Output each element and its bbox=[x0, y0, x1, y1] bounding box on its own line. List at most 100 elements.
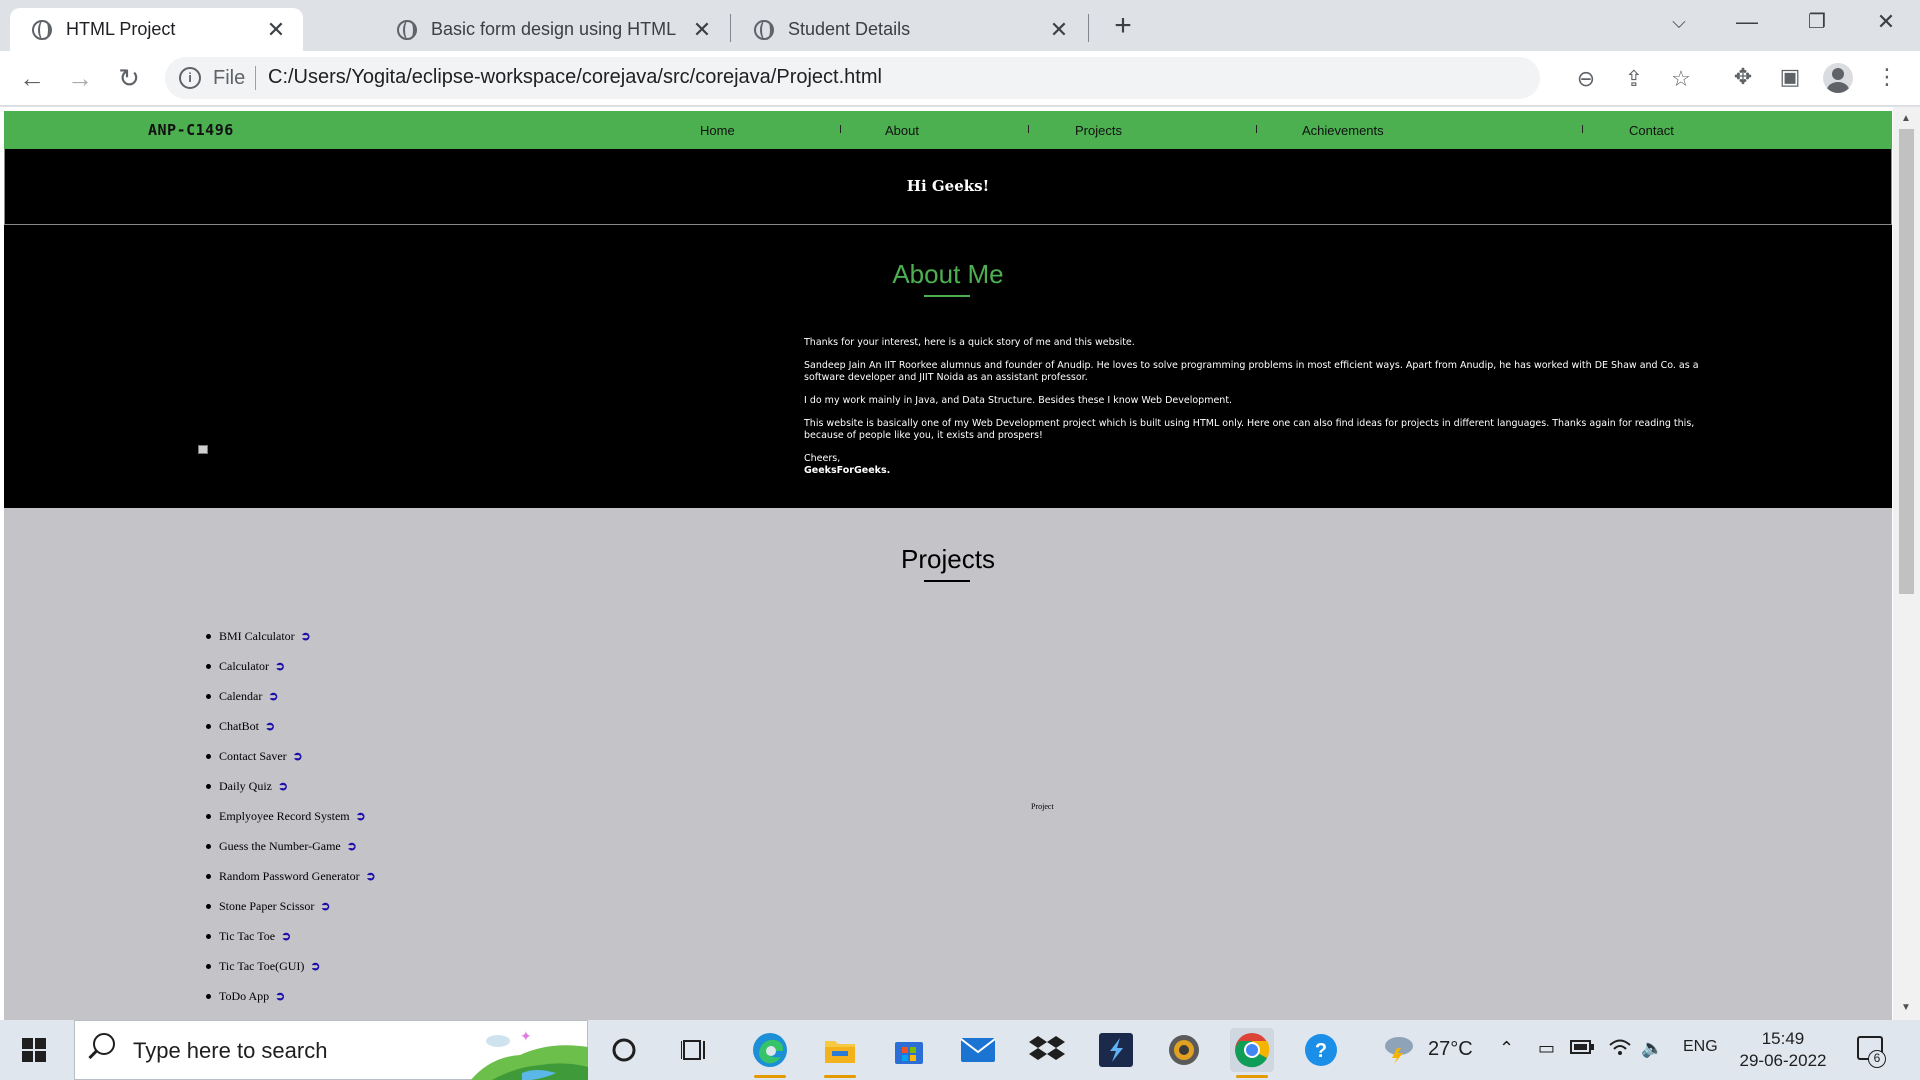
reload-icon[interactable]: ↻ bbox=[112, 61, 146, 95]
tab-title: Student Details bbox=[788, 19, 911, 39]
site-info-icon[interactable]: i bbox=[179, 67, 201, 89]
terminal-app-icon[interactable] bbox=[1094, 1028, 1138, 1072]
nav-divider bbox=[1028, 125, 1029, 133]
address-separator bbox=[255, 66, 256, 90]
search-placeholder: Type here to search bbox=[133, 1038, 328, 1063]
tab-title: Basic form design using HTML bbox=[431, 19, 677, 39]
weather-storm-icon[interactable] bbox=[1381, 1034, 1417, 1069]
minimize-icon[interactable]: — bbox=[1727, 6, 1767, 38]
tab-title: HTML Project bbox=[66, 19, 176, 39]
project-list-item: Guess the Number-Game ➲ bbox=[206, 839, 376, 869]
page-scrollbar[interactable]: ▲ ▼ bbox=[1893, 107, 1920, 1020]
help-icon[interactable]: ? bbox=[1299, 1028, 1343, 1072]
nav-link-home[interactable]: Home bbox=[700, 123, 735, 138]
project-name: ToDo App bbox=[219, 989, 270, 1003]
back-icon[interactable]: ← bbox=[15, 61, 49, 95]
tray-overflow-chevron-icon[interactable]: ⌃ bbox=[1499, 1038, 1514, 1059]
tab-student-details[interactable]: Student Details ✕ bbox=[732, 8, 1086, 51]
profile-avatar[interactable] bbox=[1823, 63, 1853, 93]
site-logo[interactable]: ANP-C1496 bbox=[148, 121, 234, 139]
extensions-icon[interactable]: ✥ bbox=[1728, 62, 1758, 92]
address-bar[interactable]: i File C:/Users/Yogita/eclipse-workspace… bbox=[165, 57, 1691, 99]
bookmark-star-icon[interactable]: ☆ bbox=[1667, 65, 1695, 93]
share-icon[interactable]: ⇪ bbox=[1620, 65, 1648, 93]
project-link-icon[interactable]: ➲ bbox=[275, 989, 285, 1003]
page-viewport: ANP-C1496 Home About Projects Achievemen… bbox=[0, 107, 1920, 1020]
url-text[interactable]: C:/Users/Yogita/eclipse-workspace/coreja… bbox=[268, 66, 882, 89]
nav-link-about[interactable]: About bbox=[885, 123, 919, 138]
project-name: Tic Tac Toe bbox=[219, 929, 276, 943]
nav-link-achievements[interactable]: Achievements bbox=[1302, 123, 1384, 138]
chrome-icon[interactable] bbox=[1230, 1028, 1274, 1078]
clock-time: 15:49 bbox=[1761, 1029, 1805, 1048]
nav-divider bbox=[840, 125, 841, 133]
nav-divider bbox=[1582, 125, 1583, 133]
new-tab-button[interactable]: + bbox=[1108, 11, 1138, 41]
restore-icon[interactable]: ❐ bbox=[1797, 6, 1837, 38]
project-link-icon[interactable]: ➲ bbox=[268, 689, 278, 703]
weather-temperature[interactable]: 27°C bbox=[1428, 1038, 1473, 1061]
project-link-icon[interactable]: ➲ bbox=[275, 659, 285, 673]
tab-search-icon[interactable]: ⌵ bbox=[1659, 6, 1699, 38]
side-panel-icon[interactable]: ▣ bbox=[1775, 62, 1805, 92]
volume-icon[interactable]: 🔈 bbox=[1641, 1038, 1663, 1059]
svg-text:✦: ✦ bbox=[520, 1028, 532, 1044]
close-tab-icon[interactable]: ✕ bbox=[265, 17, 287, 43]
windows-start-icon[interactable] bbox=[22, 1038, 46, 1062]
scheme-label: File bbox=[213, 67, 246, 89]
nav-link-projects[interactable]: Projects bbox=[1075, 123, 1122, 138]
project-link-icon[interactable]: ➲ bbox=[320, 899, 330, 913]
nav-link-contact[interactable]: Contact bbox=[1629, 123, 1674, 138]
zoom-out-icon[interactable]: ⊖ bbox=[1572, 65, 1600, 93]
greeting-banner: Hi Geeks! bbox=[4, 149, 1892, 225]
projects-section: Projects BMI Calculator ➲ Calculator ➲ Cal… bbox=[4, 508, 1892, 1020]
site-navbar: ANP-C1496 Home About Projects Achievemen… bbox=[4, 111, 1892, 149]
browser-tab-strip: HTML Project ✕ Basic form design using H… bbox=[0, 0, 1920, 51]
project-link-icon[interactable]: ➲ bbox=[356, 809, 366, 823]
close-tab-icon[interactable]: ✕ bbox=[691, 17, 713, 43]
tab-html-project[interactable]: HTML Project ✕ bbox=[10, 8, 303, 51]
project-link-icon[interactable]: ➲ bbox=[293, 749, 303, 763]
project-list-item: Stone Paper Scissor ➲ bbox=[206, 899, 376, 929]
project-link-icon[interactable]: ➲ bbox=[310, 959, 320, 973]
nav-divider bbox=[1256, 125, 1257, 133]
language-indicator[interactable]: ENG bbox=[1683, 1038, 1718, 1056]
search-highlight-illustration: ✦ bbox=[470, 1028, 588, 1080]
forward-icon[interactable]: → bbox=[63, 61, 97, 95]
meet-now-icon[interactable]: ▭ bbox=[1538, 1038, 1555, 1059]
project-link-icon[interactable]: ➲ bbox=[347, 839, 357, 853]
project-name: Emplyoyee Record System bbox=[219, 809, 350, 823]
globe-icon bbox=[397, 19, 417, 40]
tab-basic-form[interactable]: Basic form design using HTML ✕ bbox=[375, 8, 729, 51]
windows-taskbar: Type here to search ✦ ? 27°C ⌃ ▭ 🔈 ENG 1… bbox=[0, 1020, 1920, 1080]
scrollbar-thumb[interactable] bbox=[1899, 129, 1914, 594]
dropbox-icon[interactable] bbox=[1025, 1028, 1069, 1072]
close-tab-icon[interactable]: ✕ bbox=[1048, 17, 1070, 43]
edge-browser-icon[interactable] bbox=[748, 1028, 792, 1078]
taskbar-search-box[interactable]: Type here to search ✦ bbox=[74, 1020, 588, 1080]
scroll-up-arrow-icon[interactable]: ▲ bbox=[1901, 113, 1911, 124]
globe-icon bbox=[32, 19, 52, 40]
projects-title-underline bbox=[924, 580, 970, 582]
battery-icon[interactable] bbox=[1570, 1038, 1594, 1059]
broken-image-icon bbox=[198, 445, 208, 454]
cortana-icon[interactable] bbox=[602, 1028, 646, 1072]
project-link-icon[interactable]: ➲ bbox=[366, 869, 376, 883]
menu-icon[interactable]: ⋮ bbox=[1872, 62, 1902, 92]
project-link-icon[interactable]: ➲ bbox=[265, 719, 275, 733]
project-link-icon[interactable]: ➲ bbox=[281, 929, 291, 943]
tab-separator bbox=[1088, 14, 1089, 42]
close-window-icon[interactable]: ✕ bbox=[1866, 6, 1906, 38]
settings-gear-app-icon[interactable] bbox=[1162, 1028, 1206, 1072]
project-name: Contact Saver bbox=[219, 749, 287, 763]
mail-icon[interactable] bbox=[956, 1028, 1000, 1072]
task-view-icon[interactable] bbox=[673, 1028, 717, 1072]
microsoft-store-icon[interactable] bbox=[887, 1028, 931, 1072]
wifi-icon[interactable] bbox=[1609, 1038, 1631, 1061]
project-list-item: Contact Saver ➲ bbox=[206, 749, 376, 779]
project-link-icon[interactable]: ➲ bbox=[278, 779, 288, 793]
project-link-icon[interactable]: ➲ bbox=[301, 629, 311, 643]
scroll-down-arrow-icon[interactable]: ▼ bbox=[1901, 1002, 1911, 1013]
file-explorer-icon[interactable] bbox=[818, 1028, 862, 1078]
system-clock[interactable]: 15:49 29-06-2022 bbox=[1735, 1028, 1831, 1072]
